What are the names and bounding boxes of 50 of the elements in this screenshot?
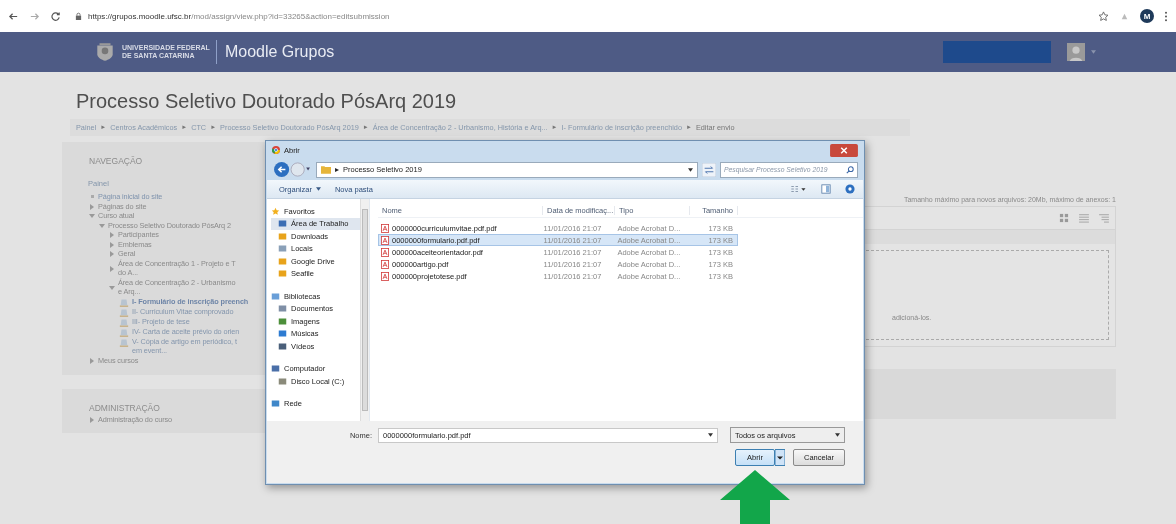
up-arrow [720,470,790,524]
close-button[interactable] [830,143,858,157]
group-icon [271,364,280,374]
expander-icon[interactable] [109,265,115,272]
view-options-icon[interactable] [789,184,807,194]
caret-icon[interactable] [1091,50,1096,54]
expander-icon[interactable] [99,222,105,229]
browser-logo-icon [272,146,280,154]
reload-icon[interactable] [50,10,61,22]
dropdown-icon[interactable] [775,449,785,466]
site-name[interactable]: Moodle Grupos [224,43,335,61]
block-title: NAVEGAÇÃO [89,156,143,166]
address-bar[interactable]: https://grupos.moodle.ufsc.br/mod/assign/view.php?id=33265&action=editsubmission [88,11,390,21]
folder-icon [278,376,287,386]
scrollbar[interactable] [360,199,369,421]
menu-icon[interactable] [1164,10,1168,22]
refresh-icon[interactable] [702,162,716,177]
search-icon [846,165,854,174]
expander-icon[interactable] [89,203,95,210]
preview-pane-icon[interactable] [821,184,831,194]
pdf-file-icon [381,271,389,281]
caret-icon [315,187,321,191]
group-icon [271,291,280,301]
dropdown-icon [708,433,713,437]
expander-icon[interactable] [89,213,95,219]
group-icon [271,399,280,409]
folder-icon [321,165,331,174]
help-icon[interactable] [845,184,855,194]
pdf-file-icon [381,247,389,257]
dropdown-icon[interactable] [688,167,693,172]
page-title: Processo Seletivo Doutorado PósArq 2019 [76,90,458,113]
user-avatar[interactable] [1067,43,1085,61]
pdf-file-icon [381,259,389,269]
expander-icon[interactable] [109,232,115,238]
back-forward-icon[interactable] [272,161,312,178]
block-title: ADMINISTRAÇÃO [89,403,160,413]
expander-icon[interactable] [109,284,115,291]
expander-icon[interactable] [89,417,95,423]
bullet-icon [91,195,94,198]
star-icon [271,206,280,216]
profile-avatar[interactable]: M [1140,9,1154,23]
pdf-file-icon [381,223,389,233]
expander-icon[interactable] [109,241,115,248]
expander-icon[interactable] [89,357,95,364]
expander-icon[interactable] [109,251,115,257]
lock-icon [75,11,82,21]
star-icon[interactable] [1098,10,1109,22]
pdf-file-icon [381,235,389,245]
crest-icon [94,41,116,63]
dropdown-icon [835,433,840,437]
